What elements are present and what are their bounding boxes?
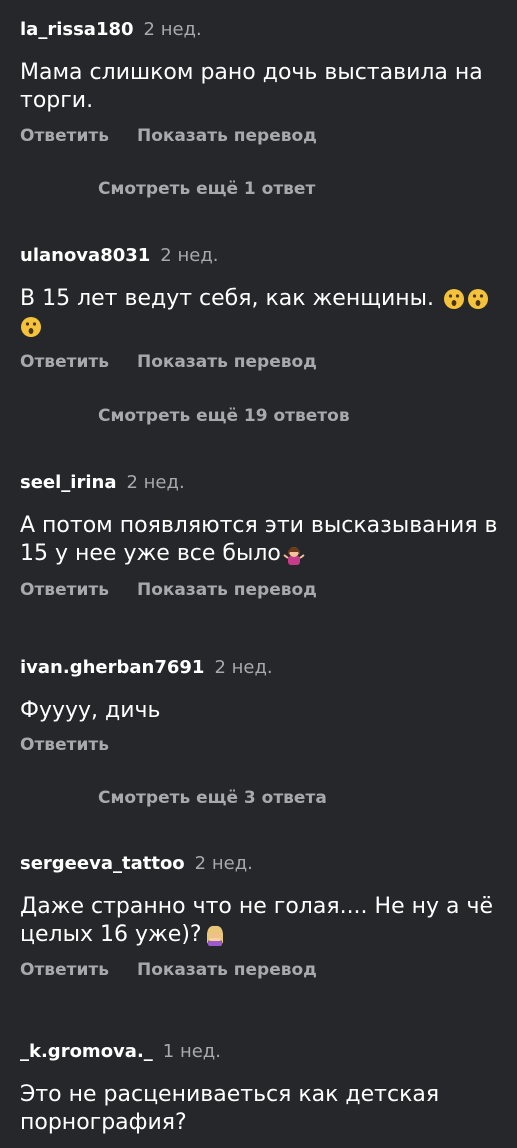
comment-username[interactable]: sergeeva_tattoo <box>20 853 185 874</box>
reply-button[interactable]: Ответить <box>20 735 109 755</box>
comment-meta: ivan.gherban7691 2 нед. <box>20 653 273 683</box>
astonished-face-icon <box>468 289 488 309</box>
astonished-face-icon <box>444 289 464 309</box>
comment-meta: ulanova8031 2 нед. <box>20 241 218 271</box>
reply-button[interactable]: Ответить <box>20 126 109 146</box>
comment-actions: Ответить Показать перевод <box>20 580 345 600</box>
comment-username[interactable]: ulanova8031 <box>20 245 150 266</box>
comment-meta: sergeeva_tattoo 2 нед. <box>20 849 253 879</box>
comment-actions: Ответить Показать перевод <box>20 126 345 146</box>
comment-time: 2 нед. <box>126 472 185 493</box>
woman-shrugging-icon <box>283 547 305 565</box>
comment-text: Даже странно что не голая.... Не ну а чё… <box>20 893 509 949</box>
comment-actions: Ответить Показать перевод <box>20 352 345 372</box>
comment-time: 2 нед. <box>194 853 253 874</box>
comment-time: 1 нед. <box>162 1041 221 1062</box>
view-more-replies-button[interactable]: Смотреть ещё 19 ответов <box>98 406 350 426</box>
comment-text: Фуууу, дичь <box>20 698 161 723</box>
comment-actions: Ответить Показать перевод <box>20 960 345 980</box>
comment-actions: Ответить <box>20 735 137 755</box>
woman-facepalming-icon <box>206 925 223 946</box>
comment-text: Мама слишком рано дочь выставила на торг… <box>20 60 483 113</box>
comment-time: 2 нед. <box>143 19 202 40</box>
comment-text: А потом появляются эти высказывания в 15… <box>20 512 509 568</box>
view-more-replies-button[interactable]: Смотреть ещё 1 ответ <box>98 179 315 199</box>
comment-time: 2 нед. <box>160 245 219 266</box>
astonished-face-icon <box>21 317 41 337</box>
view-more-replies-button[interactable]: Смотреть ещё 3 ответа <box>98 788 327 808</box>
comment-meta: seel_irina 2 нед. <box>20 468 185 498</box>
comment-time: 2 нед. <box>214 657 273 678</box>
translate-button[interactable]: Показать перевод <box>137 960 317 980</box>
comment-meta: la_rissa180 2 нед. <box>20 15 202 45</box>
comment-username[interactable]: _k.gromova._ <box>20 1041 153 1062</box>
comment-text-content: А потом появляются эти высказывания в 15… <box>20 513 498 566</box>
comment-text-content: Даже странно что не голая.... Не ну а чё… <box>20 894 494 947</box>
comment-text: Это не расцениваеться как детская порног… <box>20 1082 440 1135</box>
translate-button[interactable]: Показать перевод <box>137 352 317 372</box>
comment-username[interactable]: la_rissa180 <box>20 19 134 40</box>
reply-button[interactable]: Ответить <box>20 580 109 600</box>
comment-username[interactable]: ivan.gherban7691 <box>20 657 204 678</box>
reply-button[interactable]: Ответить <box>20 352 109 372</box>
comment-text-content: В 15 лет ведут себя, как женщины. <box>20 286 434 311</box>
translate-button[interactable]: Показать перевод <box>137 126 317 146</box>
comment-text: В 15 лет ведут себя, как женщины. <box>20 285 509 341</box>
reply-button[interactable]: Ответить <box>20 960 109 980</box>
translate-button[interactable]: Показать перевод <box>137 580 317 600</box>
comment-meta: _k.gromova._ 1 нед. <box>20 1037 221 1067</box>
comment-username[interactable]: seel_irina <box>20 472 116 493</box>
